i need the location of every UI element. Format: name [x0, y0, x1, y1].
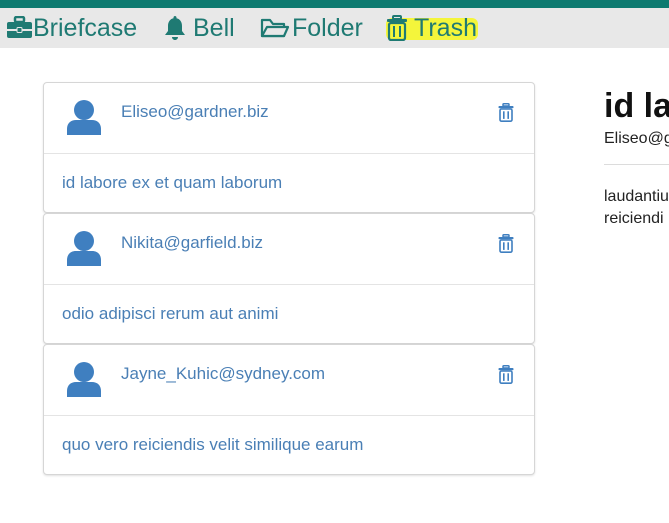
card-header: Jayne_Kuhic@sydney.com: [44, 345, 534, 416]
detail-title: id la: [604, 87, 669, 125]
sender-email: Jayne_Kuhic@sydney.com: [121, 364, 326, 383]
message-detail-pane: id la Eliseo@g laudantiu reiciendi: [604, 86, 669, 230]
message-card[interactable]: Nikita@garfield.biz odio adipisci rerum …: [43, 213, 535, 344]
sender-email: Eliseo@gardner.biz: [121, 102, 269, 121]
delete-trash-icon[interactable]: [498, 365, 514, 389]
delete-trash-icon[interactable]: [498, 103, 514, 127]
user-avatar-icon: [65, 99, 103, 140]
user-avatar-icon: [65, 361, 103, 402]
folder-open-icon: [260, 16, 290, 40]
message-card[interactable]: Eliseo@gardner.biz id labore ex et quam …: [43, 82, 535, 213]
message-subject: odio adipisci rerum aut animi: [62, 304, 279, 323]
divider: [604, 164, 669, 165]
message-card[interactable]: Jayne_Kuhic@sydney.com quo vero reiciend…: [43, 344, 535, 475]
message-subject: quo vero reiciendis velit similique earu…: [62, 435, 364, 454]
nav-item-label: Trash: [414, 14, 477, 42]
card-header: Eliseo@gardner.biz: [44, 83, 534, 154]
sender-email: Nikita@garfield.biz: [121, 233, 263, 252]
top-accent-bar: [0, 0, 669, 8]
nav-item-trash[interactable]: Trash: [386, 8, 478, 48]
message-subject: id labore ex et quam laborum: [62, 173, 283, 192]
nav-item-label: Bell: [193, 14, 235, 42]
briefcase-icon: [6, 16, 33, 40]
detail-body-line: laudantiu: [604, 188, 669, 205]
detail-body-line: reiciendi: [604, 210, 664, 227]
trash-icon: [386, 15, 408, 41]
nav-item-briefcase[interactable]: Briefcase: [6, 8, 137, 48]
navbar: Briefcase Bell Folder Trash: [0, 8, 669, 48]
nav-item-label: Briefcase: [33, 14, 138, 42]
nav-item-bell[interactable]: Bell: [163, 8, 235, 48]
nav-item-folder[interactable]: Folder: [260, 8, 363, 48]
delete-trash-icon[interactable]: [498, 234, 514, 258]
message-list: Eliseo@gardner.biz id labore ex et quam …: [43, 82, 535, 475]
nav-item-label: Folder: [292, 14, 363, 42]
bell-icon: [163, 15, 187, 41]
user-avatar-icon: [65, 230, 103, 271]
card-header: Nikita@garfield.biz: [44, 214, 534, 285]
detail-email: Eliseo@g: [604, 130, 669, 147]
